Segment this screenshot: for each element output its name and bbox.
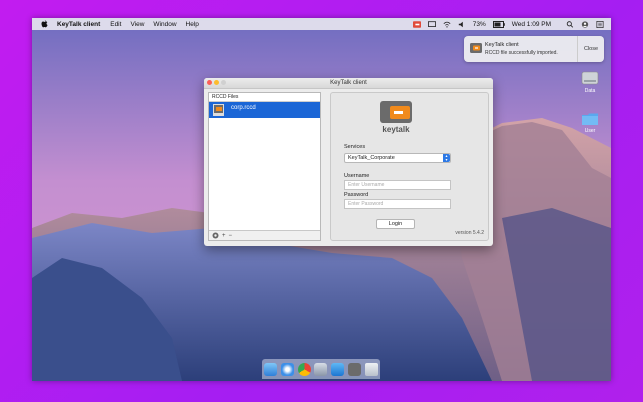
keytalk-app-icon <box>470 43 482 53</box>
notification-close-button[interactable]: Close <box>577 36 604 62</box>
select-arrows-icon: ▴ ▾ <box>443 154 450 162</box>
preview-icon[interactable] <box>314 362 328 376</box>
minimize-window-icon[interactable] <box>214 80 219 85</box>
services-select[interactable]: KeyTalk_Corporate ▴ ▾ <box>344 153 451 163</box>
rccd-file-icon <box>213 104 224 116</box>
login-button[interactable]: Login <box>376 219 415 229</box>
desktop-item-data[interactable]: Data <box>578 70 602 94</box>
menubar-clock[interactable]: Wed 1:09 PM <box>512 21 551 28</box>
wifi-icon[interactable] <box>443 21 451 28</box>
logo-wordmark: keytalk <box>382 125 410 134</box>
version-label: version 5.4.2 <box>455 230 484 236</box>
volume-icon[interactable] <box>458 21 466 28</box>
add-rccd-button[interactable]: + <box>222 233 226 239</box>
desktop-item-label: Data <box>584 88 596 94</box>
app-menu[interactable]: KeyTalk client <box>57 21 100 28</box>
hard-drive-icon <box>581 71 599 85</box>
rccd-files-panel: RCCD Files corp.rccd + − <box>208 92 321 241</box>
finder-icon[interactable] <box>263 362 277 376</box>
trash-icon[interactable] <box>364 362 378 376</box>
battery-percent: 73% <box>472 20 486 28</box>
menu-edit[interactable]: Edit <box>110 21 121 28</box>
dock <box>262 359 380 379</box>
services-selected-value: KeyTalk_Corporate <box>348 155 395 161</box>
menu-bar: KeyTalk client Edit View Window Help 73%… <box>32 18 611 30</box>
apple-icon[interactable] <box>41 20 48 28</box>
zoom-window-icon[interactable] <box>221 80 226 85</box>
notification-center-icon[interactable] <box>596 20 604 28</box>
menu-view[interactable]: View <box>130 21 144 28</box>
close-window-icon[interactable] <box>207 80 212 85</box>
notification-message: RCCD file successfully imported. <box>485 50 558 56</box>
rccd-files-header: RCCD Files <box>209 93 320 102</box>
settings-gear-icon[interactable] <box>212 232 219 239</box>
desktop-screen: KeyTalk client Edit View Window Help 73%… <box>32 18 611 381</box>
desktop-item-label: User <box>584 128 596 134</box>
import-notification[interactable]: KeyTalk client RCCD file successfully im… <box>464 36 604 62</box>
username-label: Username <box>344 173 370 179</box>
window-titlebar[interactable]: KeyTalk client <box>204 78 493 89</box>
folder-icon <box>582 113 598 125</box>
remove-rccd-button[interactable]: − <box>229 233 233 239</box>
keytalk-window: KeyTalk client RCCD Files corp.rccd + − <box>204 78 493 246</box>
username-field[interactable]: Enter Username <box>344 180 451 190</box>
keytalk-dock-icon[interactable] <box>348 362 362 376</box>
password-field[interactable]: Enter Password <box>344 199 451 209</box>
menu-window[interactable]: Window <box>153 21 176 28</box>
notification-title: KeyTalk client <box>485 42 519 48</box>
desktop-item-user[interactable]: User <box>578 112 602 134</box>
login-panel: keytalk Services KeyTalk_Corporate ▴ ▾ Us… <box>330 92 489 241</box>
rccd-file-row[interactable]: corp.rccd <box>209 102 320 118</box>
battery-icon[interactable] <box>492 20 505 28</box>
rccd-panel-footer: + − <box>209 230 320 240</box>
chrome-icon[interactable] <box>297 362 311 376</box>
user-account-icon[interactable] <box>581 20 589 28</box>
spotlight-search-icon[interactable] <box>566 20 574 28</box>
keytalk-logo-icon: keytalk <box>380 101 412 134</box>
rccd-file-name: corp.rccd <box>231 105 256 111</box>
password-label: Password <box>344 192 369 198</box>
menu-help[interactable]: Help <box>186 21 199 28</box>
services-label: Services <box>344 144 366 150</box>
keytalk-status-icon[interactable] <box>412 20 421 28</box>
safari-icon[interactable] <box>280 362 294 376</box>
app-store-icon[interactable] <box>331 362 345 376</box>
window-title: KeyTalk client <box>330 80 367 86</box>
display-icon[interactable] <box>427 20 436 28</box>
